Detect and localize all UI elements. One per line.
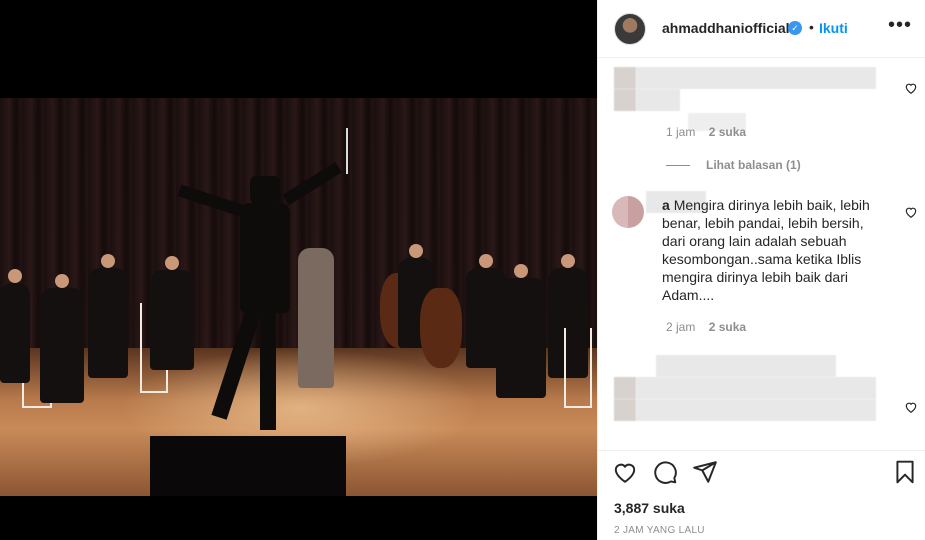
comment-body: a Mengira dirinya lebih baik, lebih bena…	[662, 196, 888, 304]
chair	[564, 328, 592, 408]
commenter-username[interactable]: a	[662, 197, 670, 213]
comment-list: 1 jam 2 suka Lihat balasan (1) a Mengira…	[598, 59, 925, 450]
obscured-avatar	[614, 399, 636, 421]
obscured-avatar	[614, 67, 636, 89]
post-timestamp[interactable]: 2 JAM YANG LALU	[614, 525, 705, 536]
reply-line	[666, 164, 690, 166]
obscured-avatar	[614, 89, 636, 111]
username-link[interactable]: ahmaddhaniofficial	[662, 20, 790, 36]
view-replies-label: Lihat balasan (1)	[706, 158, 801, 172]
conductor	[240, 203, 290, 313]
musician	[150, 270, 194, 370]
obscured-text	[656, 355, 836, 377]
musician	[496, 278, 546, 398]
comment-like-icon[interactable]	[904, 81, 918, 95]
comment-like-icon[interactable]	[904, 205, 918, 219]
post-header: ahmaddhaniofficial ✓ • Ikuti •••	[598, 0, 925, 58]
obscured-text	[636, 377, 876, 399]
likes-count[interactable]: 3,887 suka	[614, 500, 685, 516]
view-replies-button[interactable]: Lihat balasan (1)	[666, 158, 801, 172]
conductor-podium	[150, 436, 346, 496]
action-bar	[598, 450, 925, 490]
heart-icon[interactable]	[612, 459, 638, 485]
avatar[interactable]	[614, 13, 646, 45]
separator-dot: •	[809, 19, 814, 35]
bookmark-icon[interactable]	[892, 459, 918, 485]
comment-bubble-icon[interactable]	[652, 459, 678, 485]
follow-button[interactable]: Ikuti	[819, 20, 848, 36]
comment-text: Mengira dirinya lebih baik, lebih benar,…	[662, 197, 870, 303]
musician	[40, 288, 84, 403]
conductor-leg	[260, 310, 276, 430]
post-sidebar: ahmaddhaniofficial ✓ • Ikuti ••• 1 jam 2…	[597, 0, 925, 540]
commenter-avatar[interactable]	[612, 196, 644, 228]
musician	[0, 283, 30, 383]
cello	[420, 288, 462, 368]
obscured-text	[636, 89, 680, 111]
comment-time: 2 jam	[666, 320, 696, 334]
more-options-icon[interactable]: •••	[888, 14, 912, 37]
soloist	[298, 248, 334, 388]
comment-time: 1 jam	[666, 125, 696, 139]
paper-plane-icon[interactable]	[692, 459, 718, 485]
comment-like-icon[interactable]	[904, 400, 918, 414]
comment-likes[interactable]: 2 suka	[709, 125, 746, 139]
comment-meta: 1 jam 2 suka	[666, 125, 746, 139]
musician	[88, 268, 128, 378]
comment-meta: 2 jam 2 suka	[666, 320, 746, 334]
post-photo[interactable]	[0, 98, 597, 496]
baton	[346, 128, 348, 174]
comment-likes[interactable]: 2 suka	[709, 320, 746, 334]
verified-badge-icon: ✓	[788, 21, 802, 35]
obscured-text	[636, 67, 876, 89]
obscured-avatar	[614, 377, 636, 399]
media-pane	[0, 0, 597, 540]
obscured-text	[636, 399, 876, 421]
